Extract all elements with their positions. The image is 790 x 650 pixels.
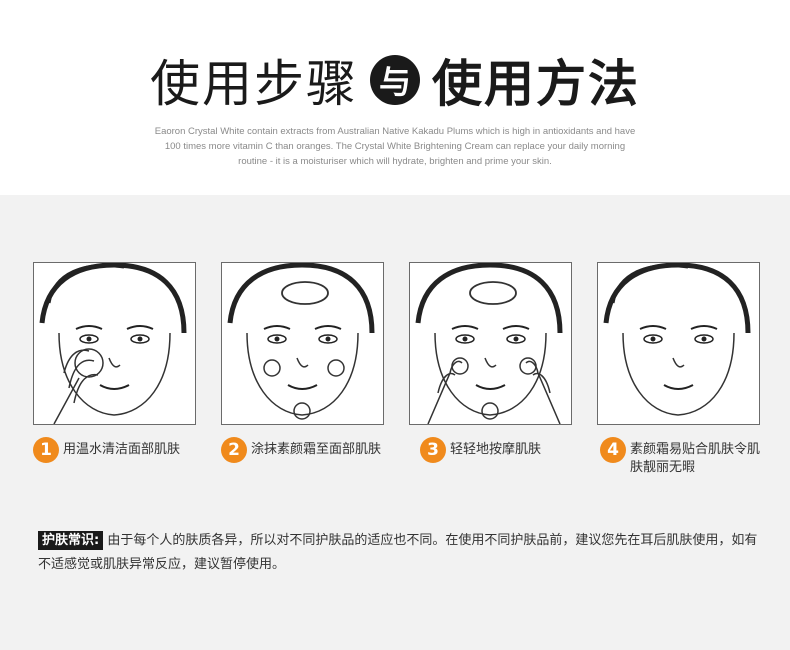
step-4-illustration [597,262,760,425]
step-2-number: 2 [221,437,247,463]
step-2-text: 涂抹素颜霜至面部肌肤 [251,442,382,457]
step-2-illustration [221,262,384,425]
title-usage-method: 使用方法 [432,55,640,113]
title-row: 使用步骤 与 使用方法 [0,45,790,115]
skincare-tip-label: 护肤常识: [38,531,104,550]
step-1-number: 1 [33,437,59,463]
face-cream-icon [227,263,375,420]
step-3-number: 3 [420,437,446,463]
face-washing-icon [39,263,187,424]
intro-text: Eaoron Crystal White contain extracts fr… [154,126,636,167]
face-clear-icon [603,263,751,416]
title-usage-steps: 使用步骤 [150,55,358,113]
step-1-illustration [33,262,196,425]
step-3-illustration [409,262,572,425]
face-massage-icon [415,263,563,424]
step-1-caption: 1 用温水清洁面部肌肤 [33,437,198,463]
step-2-caption: 2 涂抹素颜霜至面部肌肤 [221,437,384,463]
step-4-text: 素颜霜易贴合肌肤令肌肤靓丽无暇 [630,442,761,475]
step-4-caption: 4 素颜霜易贴合肌肤令肌肤靓丽无暇 [600,437,760,477]
skincare-tip: 护肤常识: 由于每个人的肤质各异，所以对不同护肤品的适应也不同。在使用不同护肤品… [38,529,758,577]
header: 使用步骤 与 使用方法 Eaoron Crystal White contain… [0,0,790,195]
step-3-caption: 3 轻轻地按摩肌肤 [420,437,570,463]
step-3-text: 轻轻地按摩肌肤 [450,442,542,457]
skincare-tip-text: 由于每个人的肤质各异，所以对不同护肤品的适应也不同。在使用不同护肤品前，建议您先… [38,533,758,572]
step-4-number: 4 [600,437,626,463]
and-badge: 与 [370,55,420,105]
step-1-text: 用温水清洁面部肌肤 [63,442,181,457]
